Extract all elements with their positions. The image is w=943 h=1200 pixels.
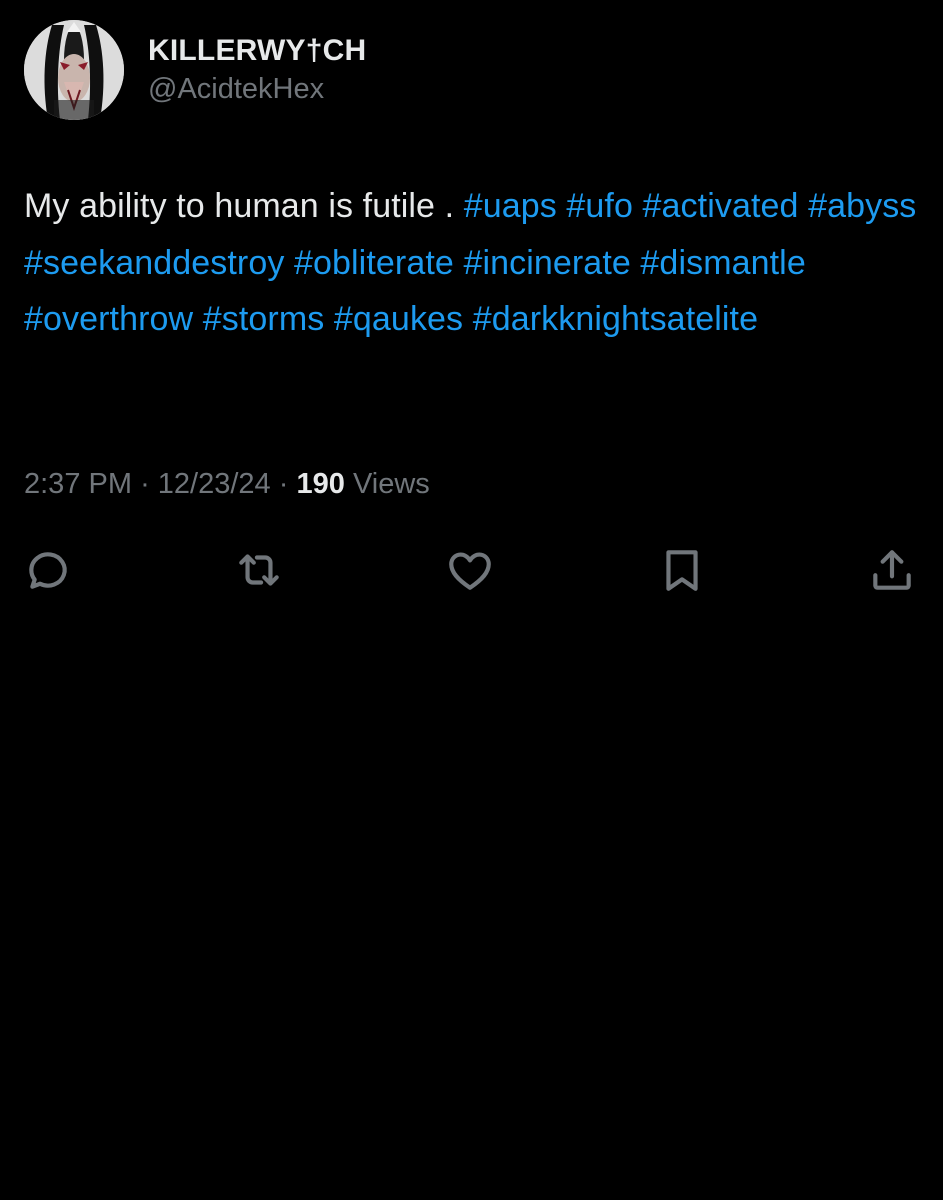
retweet-icon [239,554,279,586]
bookmark-button[interactable] [654,538,710,602]
reply-button[interactable] [20,538,76,602]
tweet-text-segment [454,244,464,282]
share-icon [873,550,911,590]
hashtag-link[interactable]: #overthrow [24,300,193,338]
hashtag-link[interactable]: #qaukes [334,300,463,338]
tweet-date[interactable]: 12/23/24 [158,468,271,500]
tweet-header: KILLERWY†CH @AcidtekHex [24,20,366,120]
tweet-text-segment [799,187,809,225]
views-label[interactable]: Views [353,468,430,500]
tweet-detail: KILLERWY†CH @AcidtekHex My ability to hu… [0,0,943,1200]
hashtag-link[interactable]: #ufo [566,187,633,225]
hashtag-link[interactable]: #seekanddestroy [24,244,284,282]
tweet-text-segment [193,300,203,338]
hashtag-link[interactable]: #obliterate [294,244,454,282]
hashtag-link[interactable]: #activated [643,187,799,225]
hashtag-link[interactable]: #abyss [808,187,916,225]
hashtag-link[interactable]: #uaps [464,187,557,225]
meta-separator: · [140,468,150,500]
meta-separator: · [278,468,289,500]
tweet-text-segment [284,244,294,282]
tweet-text-segment [463,300,473,338]
tweet-time[interactable]: 2:37 PM [24,468,132,500]
share-button[interactable] [864,538,920,602]
retweet-button[interactable] [231,538,287,602]
hashtag-link[interactable]: #incinerate [463,244,630,282]
tweet-text: My ability to human is futile . #uaps #u… [24,178,924,348]
tweet-text-segment [557,187,567,225]
like-button[interactable] [442,538,498,602]
reply-icon [29,552,67,589]
action-bar [0,538,943,602]
like-icon [449,552,491,590]
user-names: KILLERWY†CH @AcidtekHex [148,32,366,108]
views-count[interactable]: 190 [296,468,344,500]
tweet-text-segment [324,300,334,338]
hashtag-link[interactable]: #dismantle [640,244,805,282]
tweet-text-segment [631,244,641,282]
display-name[interactable]: KILLERWY†CH [148,32,366,70]
tweet-meta: 2:37 PM · 12/23/24 · 190 Views [24,462,430,506]
hashtag-link[interactable]: #storms [203,300,325,338]
avatar[interactable] [24,20,124,120]
tweet-text-segment: My ability to human is futile . [24,187,464,225]
tweet-text-segment [633,187,643,225]
hashtag-link[interactable]: #darkknightsatelite [473,300,758,338]
user-handle[interactable]: @AcidtekHex [148,70,366,108]
bookmark-icon [666,550,698,591]
